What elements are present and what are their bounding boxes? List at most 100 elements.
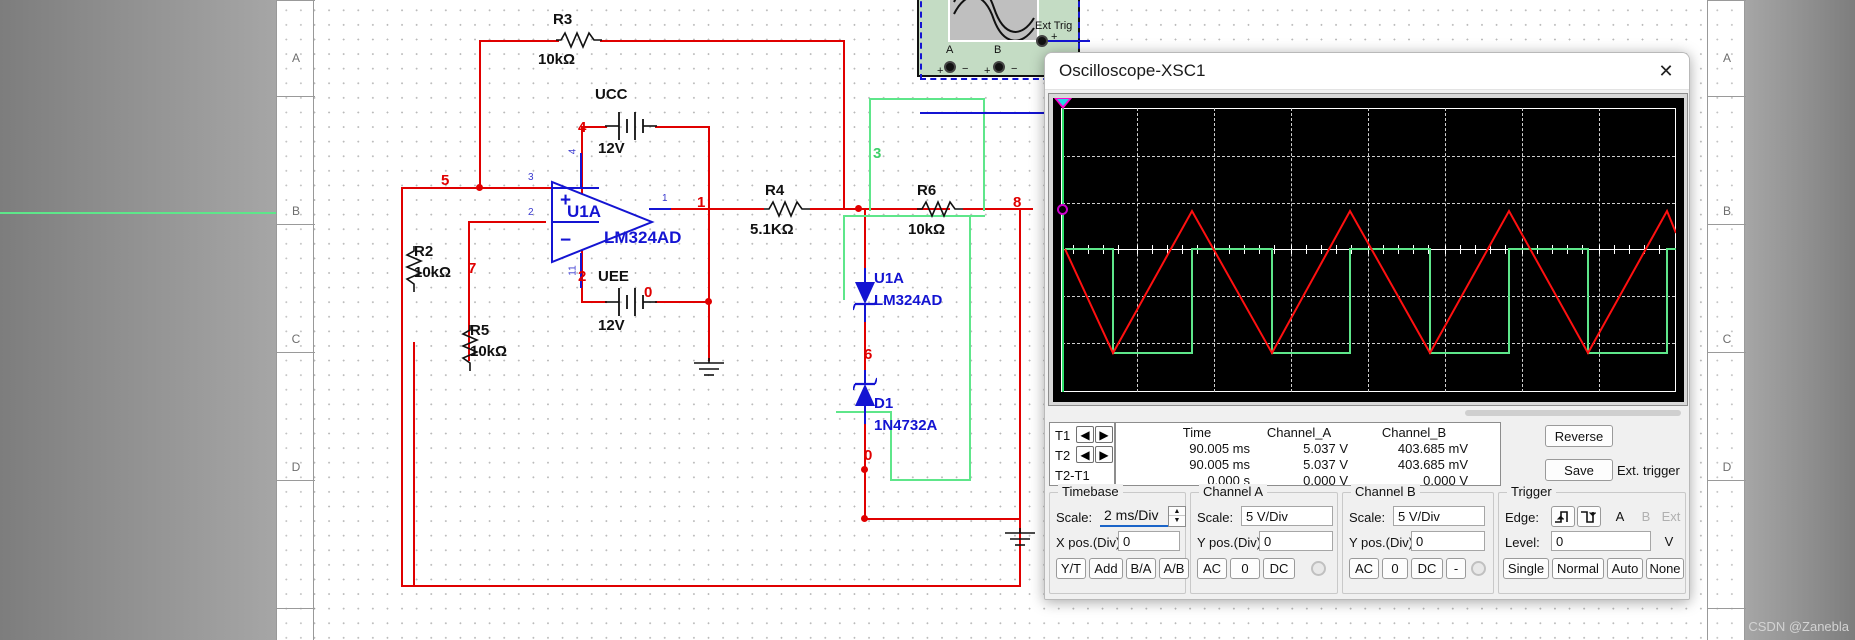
reverse-button[interactable]: Reverse [1545, 425, 1613, 447]
resistor-r5-symbol[interactable] [460, 325, 480, 371]
channel-a-ypos-input[interactable]: 0 [1259, 531, 1333, 551]
trigger-source-a[interactable]: A [1607, 506, 1633, 527]
resistor-r3-symbol[interactable] [556, 30, 602, 50]
opamp-refdes[interactable]: U1A [567, 202, 601, 222]
channel-b-coupling-dc[interactable]: DC [1411, 558, 1443, 579]
channel-b-coupling-ac[interactable]: AC [1349, 558, 1379, 579]
trigger-edge-rising-icon[interactable] [1551, 506, 1575, 527]
pin-lead [551, 187, 599, 189]
channel-a-coupling-ac[interactable]: AC [1197, 558, 1227, 579]
wire [864, 208, 866, 271]
cursor-controls: T1 ◀ ▶ T2 ◀ ▶ T2-T1 [1050, 423, 1116, 485]
battery-ucc-symbol[interactable] [605, 108, 657, 144]
net-label[interactable]: 6 [864, 346, 872, 363]
stepper-down-icon[interactable]: ▼ [1169, 516, 1185, 525]
cursor-t2-right-button[interactable]: ▶ [1095, 446, 1113, 463]
save-button[interactable]: Save [1545, 459, 1613, 481]
oscilloscope-window[interactable]: Oscilloscope-XSC1 ✕ T1 ◀ ▶ T2 ◀ ▶ T2-T1 … [1044, 52, 1690, 600]
net-label[interactable]: 0 [864, 447, 872, 464]
cursor-delta-label: T2-T1 [1055, 468, 1090, 483]
timebase-mode-ab[interactable]: A/B [1159, 558, 1189, 579]
net-label[interactable]: 8 [1013, 194, 1021, 211]
trigger-level-unit[interactable]: V [1654, 531, 1684, 552]
cursor-t1-handle[interactable] [1057, 204, 1068, 215]
component-value[interactable]: 10kΩ [908, 221, 945, 238]
channel-b-invert[interactable]: - [1446, 558, 1466, 579]
measurement-cell: 90.005 ms [1189, 441, 1250, 456]
trigger-level-label: Level: [1505, 535, 1540, 550]
resistor-r4-symbol[interactable] [764, 199, 810, 219]
canvas-gutter-left [0, 0, 276, 640]
wire [413, 342, 415, 587]
net-label[interactable]: 2 [578, 268, 586, 285]
timebase-xpos-input[interactable]: 0 [1118, 531, 1180, 551]
wire [869, 98, 871, 211]
channel-b-terminal-knob[interactable] [1471, 561, 1486, 576]
component-refdes[interactable]: R3 [553, 11, 572, 28]
cursor-t1-right-button[interactable]: ▶ [1095, 426, 1113, 443]
net-label[interactable]: 5 [441, 172, 449, 189]
timebase-caption: Timebase [1058, 484, 1123, 499]
component-refdes[interactable]: UEE [598, 268, 629, 285]
measurement-cell: 403.685 mV [1397, 457, 1468, 472]
cursor-t2-left-button[interactable]: ◀ [1076, 446, 1094, 463]
trigger-source-b[interactable]: B [1635, 506, 1657, 527]
resistor-r6-symbol[interactable] [917, 199, 963, 219]
timebase-mode-add[interactable]: Add [1089, 558, 1123, 579]
net-label[interactable]: 0 [644, 284, 652, 301]
channel-b-scale-input[interactable]: 5 V/Div [1393, 506, 1485, 526]
timebase-mode-ba[interactable]: B/A [1126, 558, 1156, 579]
trigger-source-ext[interactable]: Ext [1656, 506, 1686, 527]
component-value[interactable]: 1N4732A [874, 417, 937, 434]
scope-display[interactable] [1053, 98, 1684, 402]
resistor-r2-symbol[interactable] [404, 246, 424, 292]
component-value[interactable]: 10kΩ [538, 51, 575, 68]
channel-b-ypos-input[interactable]: 0 [1411, 531, 1485, 551]
ground-symbol[interactable] [692, 358, 726, 380]
wire [869, 98, 985, 100]
opamp-part-number[interactable]: LM324AD [604, 228, 681, 248]
ruler-row-label: B [291, 204, 300, 218]
net-label[interactable]: 1 [697, 194, 705, 211]
ruler-row-label: C [291, 332, 301, 346]
component-refdes[interactable]: UCC [595, 86, 628, 103]
component-value[interactable]: 5.1KΩ [750, 221, 794, 238]
ruler-row-label: D [1722, 460, 1732, 474]
timebase-scale-input[interactable]: 2 ms/Div [1100, 506, 1168, 527]
window-titlebar[interactable]: Oscilloscope-XSC1 ✕ [1045, 53, 1689, 90]
channel-a-scale-input[interactable]: 5 V/Div [1241, 506, 1333, 526]
channel-a-coupling-gnd[interactable]: 0 [1230, 558, 1260, 579]
wire [401, 585, 1021, 587]
close-icon[interactable]: ✕ [1643, 53, 1689, 90]
scope-horizontal-scrollbar[interactable] [1465, 410, 1681, 416]
channel-a-coupling-dc[interactable]: DC [1263, 558, 1295, 579]
trigger-mode-single[interactable]: Single [1503, 558, 1549, 579]
wire [843, 40, 845, 210]
trigger-mode-auto[interactable]: Auto [1607, 558, 1643, 579]
cursor-t1-left-button[interactable]: ◀ [1076, 426, 1094, 443]
component-refdes[interactable]: R4 [765, 182, 784, 199]
component-refdes[interactable]: U1A [874, 270, 904, 287]
channel-a-terminal-knob[interactable] [1311, 561, 1326, 576]
trigger-mode-normal[interactable]: Normal [1552, 558, 1604, 579]
cursor-t1-line[interactable] [1062, 108, 1064, 392]
ground-symbol[interactable] [1003, 528, 1037, 550]
trigger-edge-label: Edge: [1505, 510, 1539, 525]
cursor-row-label: T1 [1055, 428, 1071, 443]
channel-a-scale-label: Scale: [1197, 510, 1234, 525]
trigger-mode-none[interactable]: None [1646, 558, 1684, 579]
net-label[interactable]: 4 [578, 119, 586, 136]
timebase-mode-yt[interactable]: Y/T [1056, 558, 1086, 579]
net-label[interactable]: 3 [873, 145, 881, 162]
component-refdes[interactable]: R6 [917, 182, 936, 199]
measurement-column-header: Channel_B [1381, 425, 1447, 440]
trigger-edge-falling-icon[interactable] [1577, 506, 1601, 527]
timebase-scale-stepper[interactable]: ▲ ▼ [1168, 506, 1186, 527]
trigger-level-input[interactable]: 0 [1551, 531, 1651, 551]
channel-b-coupling-gnd[interactable]: 0 [1382, 558, 1408, 579]
stepper-up-icon[interactable]: ▲ [1169, 507, 1185, 516]
opamp-pin-number: 1 [662, 193, 668, 204]
component-value[interactable]: LM324AD [874, 292, 942, 309]
net-label[interactable]: 7 [468, 260, 476, 277]
component-refdes[interactable]: D1 [874, 395, 893, 412]
